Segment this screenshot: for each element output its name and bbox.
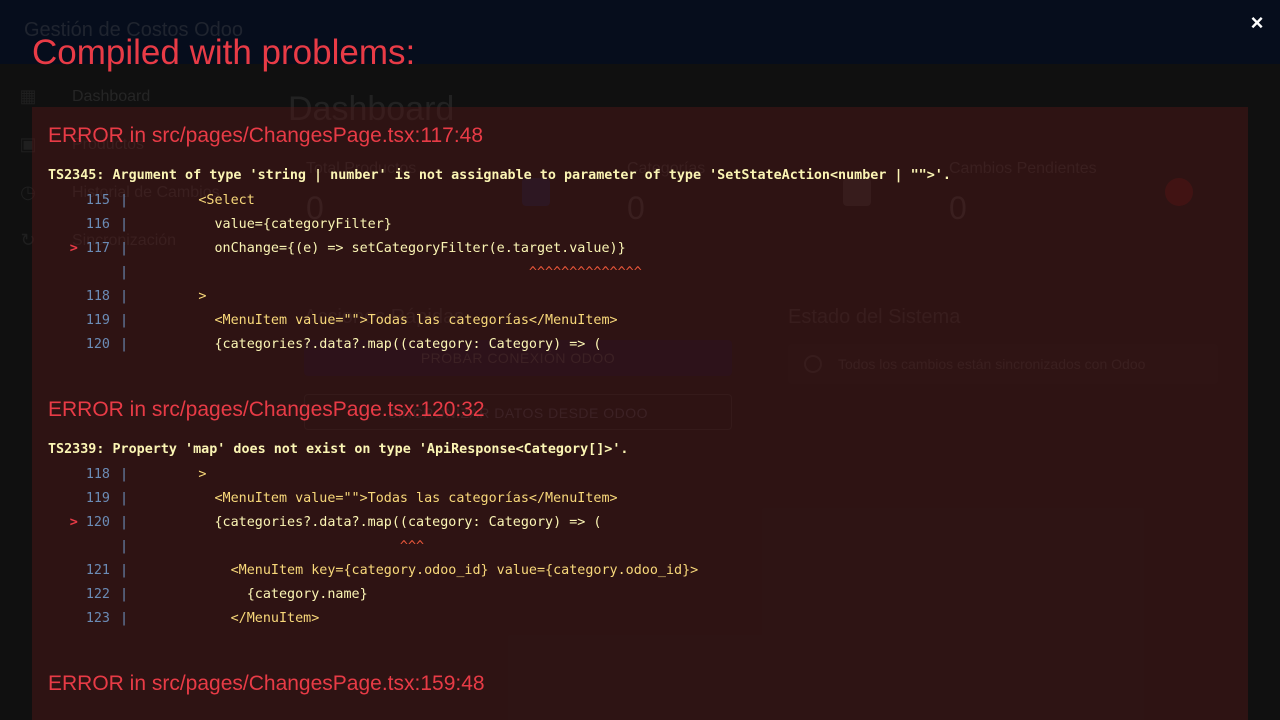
- code-line: | ^^^^^^^^^^^^^^: [120, 265, 642, 280]
- code-line: 115 | <Select: [85, 193, 255, 208]
- error-header: ERROR in src/pages/ChangesPage.tsx:120:3…: [48, 398, 485, 421]
- code-line: > 120 | {categories?.data?.map((category:…: [69, 515, 602, 530]
- code-line: 122 | {category.name}: [85, 587, 368, 602]
- close-button[interactable]: ×: [1246, 10, 1268, 36]
- error-header: ERROR in src/pages/ChangesPage.tsx:117:4…: [48, 124, 484, 147]
- error-list: ERROR in src/pages/ChangesPage.tsx:117:4…: [32, 107, 1248, 720]
- code-line: 120 | {categories?.data?.map((category: C…: [85, 337, 602, 352]
- code-line: 118 | >: [85, 289, 207, 304]
- error-message: TS2339: Property 'map' does not exist on…: [48, 442, 629, 457]
- code-line: | ^^^: [120, 539, 425, 554]
- overlay-title: Compiled with problems:: [32, 33, 416, 72]
- error-overlay: Compiled with problems: × ERROR in src/p…: [0, 0, 1280, 720]
- code-line: 119 | <MenuItem value="">Todas las catego…: [85, 313, 618, 328]
- code-line: > 117 | onChange={(e) => setCategoryFilte…: [69, 241, 626, 256]
- error-header: ERROR in src/pages/ChangesPage.tsx:159:4…: [48, 672, 485, 695]
- code-line: 123 | </MenuItem>: [85, 611, 320, 626]
- error-message: TS2345: Argument of type 'string | numbe…: [48, 168, 951, 183]
- code-line: 119 | <MenuItem value="">Todas las catego…: [85, 491, 618, 506]
- code-line: 121 | <MenuItem key={category.odoo_id} va…: [85, 563, 699, 578]
- code-line: 116 | value={categoryFilter}: [85, 217, 392, 232]
- code-line: 118 | >: [85, 467, 207, 482]
